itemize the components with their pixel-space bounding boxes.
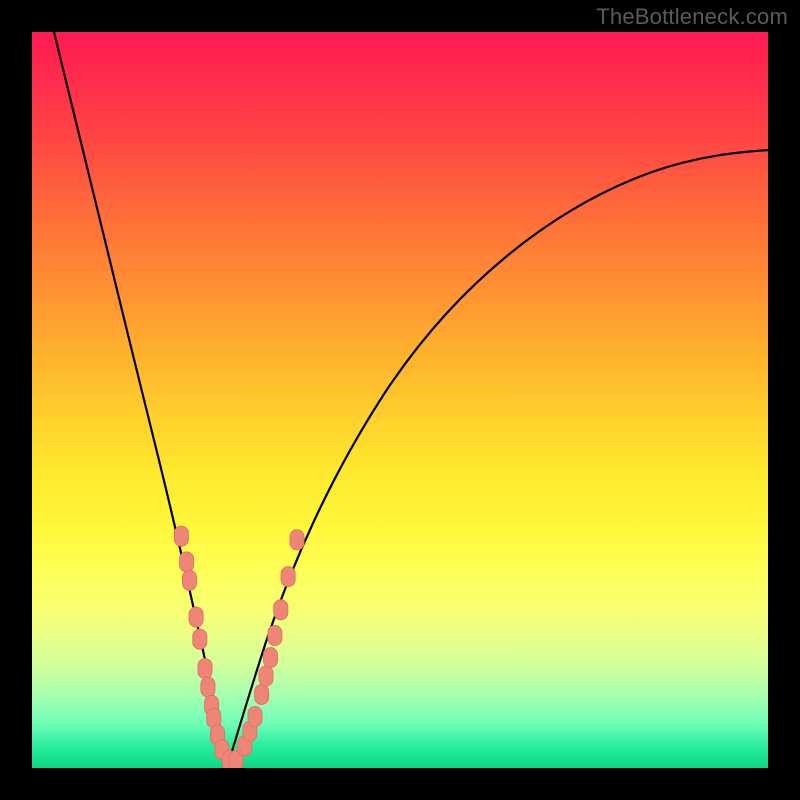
marker-point [255,684,269,704]
curve-layer [32,32,768,768]
marker-point [281,567,295,587]
marker-point [274,600,288,620]
curve-left-branch [54,32,228,764]
marker-point [183,570,197,590]
marker-point [180,552,194,572]
marker-point [189,607,203,627]
marker-point [198,659,212,679]
marker-point [193,629,207,649]
marker-point [248,707,262,727]
curve-right-branch [228,150,768,764]
marker-point [290,530,304,550]
marker-point [259,666,273,686]
marker-point [264,648,278,668]
marker-group [174,526,304,768]
watermark-text: TheBottleneck.com [596,4,788,30]
marker-point [201,677,215,697]
marker-point [174,526,188,546]
outer-frame: TheBottleneck.com [0,0,800,800]
plot-area [32,32,768,768]
marker-point [268,626,282,646]
